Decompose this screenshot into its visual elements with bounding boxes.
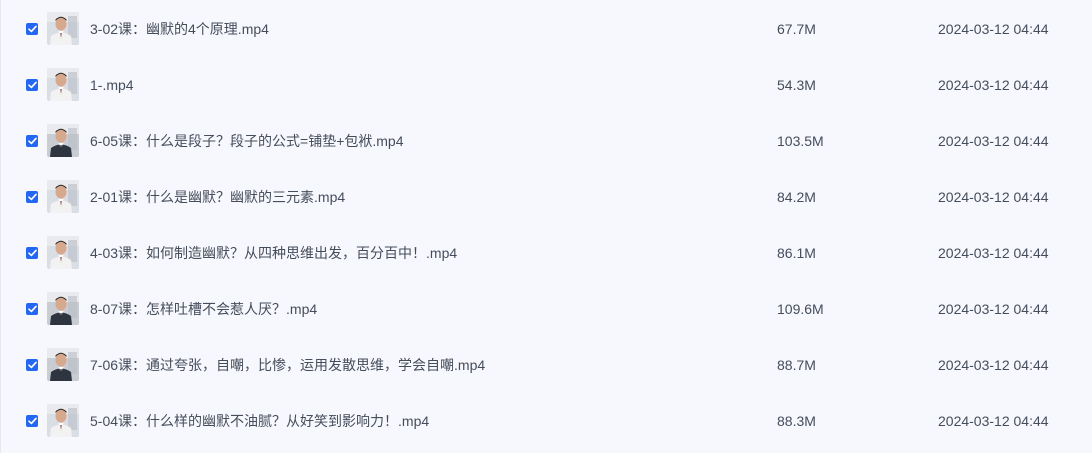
file-name[interactable]: 4-03课：如何制造幽默？从四种思维出发，百分百中！.mp4 — [90, 243, 457, 263]
file-date: 2024-03-12 04:44 — [938, 413, 1049, 429]
file-size: 67.7M — [777, 21, 816, 37]
file-date: 2024-03-12 04:44 — [938, 245, 1049, 261]
file-date: 2024-03-12 04:44 — [938, 357, 1049, 373]
file-checkbox[interactable] — [26, 191, 38, 203]
file-name[interactable]: 6-05课：什么是段子？段子的公式=铺垫+包袱.mp4 — [90, 131, 404, 151]
file-date: 2024-03-12 04:44 — [938, 77, 1049, 93]
checkmark-icon — [27, 361, 37, 369]
file-checkbox[interactable] — [26, 359, 38, 371]
file-row[interactable]: 5-04课：什么样的幽默不油腻？从好笑到影响力！.mp4 88.3M 2024-03… — [1, 392, 1092, 448]
file-size: 84.2M — [777, 189, 816, 205]
video-thumbnail-icon[interactable] — [47, 68, 79, 101]
file-checkbox[interactable] — [26, 79, 38, 91]
file-name[interactable]: 2-01课：什么是幽默？幽默的三元素.mp4 — [90, 187, 345, 207]
file-name[interactable]: 8-07课：怎样吐槽不会惹人厌？.mp4 — [90, 299, 317, 319]
checkmark-icon — [27, 249, 37, 257]
file-row[interactable]: 3-02课：幽默的4个原理.mp4 67.7M 2024-03-12 04:44 — [1, 0, 1092, 56]
file-list: 3-02课：幽默的4个原理.mp4 67.7M 2024-03-12 04:44 1-… — [0, 0, 1092, 453]
file-row[interactable]: 1-.mp4 54.3M 2024-03-12 04:44 — [1, 56, 1092, 112]
file-row[interactable]: 4-03课：如何制造幽默？从四种思维出发，百分百中！.mp4 86.1M 2024-… — [1, 224, 1092, 280]
file-name[interactable]: 5-04课：什么样的幽默不油腻？从好笑到影响力！.mp4 — [90, 411, 429, 431]
video-thumbnail-icon[interactable] — [47, 124, 79, 157]
file-checkbox[interactable] — [26, 247, 38, 259]
file-checkbox[interactable] — [26, 303, 38, 315]
file-date: 2024-03-12 04:44 — [938, 189, 1049, 205]
video-thumbnail-icon[interactable] — [47, 180, 79, 213]
video-thumbnail-icon[interactable] — [47, 292, 79, 325]
file-row[interactable]: 6-05课：什么是段子？段子的公式=铺垫+包袱.mp4 103.5M 2024-03… — [1, 112, 1092, 168]
file-checkbox[interactable] — [26, 135, 38, 147]
checkmark-icon — [27, 137, 37, 145]
file-row[interactable]: 8-07课：怎样吐槽不会惹人厌？.mp4 109.6M 2024-03-12 04:… — [1, 280, 1092, 336]
file-date: 2024-03-12 04:44 — [938, 133, 1049, 149]
checkmark-icon — [27, 417, 37, 425]
file-size: 88.3M — [777, 413, 816, 429]
video-thumbnail-icon[interactable] — [47, 404, 79, 437]
file-row[interactable]: 7-06课：通过夸张，自嘲，比惨，运用发散思维，学会自嘲.mp4 88.7M 202… — [1, 336, 1092, 392]
file-checkbox[interactable] — [26, 23, 38, 35]
checkmark-icon — [27, 305, 37, 313]
file-date: 2024-03-12 04:44 — [938, 21, 1049, 37]
file-row[interactable]: 2-01课：什么是幽默？幽默的三元素.mp4 84.2M 2024-03-12 04… — [1, 168, 1092, 224]
video-thumbnail-icon[interactable] — [47, 12, 79, 45]
file-size: 109.6M — [777, 301, 824, 317]
video-thumbnail-icon[interactable] — [47, 236, 79, 269]
file-size: 103.5M — [777, 133, 824, 149]
file-date: 2024-03-12 04:44 — [938, 301, 1049, 317]
file-size: 88.7M — [777, 357, 816, 373]
file-name[interactable]: 7-06课：通过夸张，自嘲，比惨，运用发散思维，学会自嘲.mp4 — [90, 355, 485, 375]
file-checkbox[interactable] — [26, 415, 38, 427]
checkmark-icon — [27, 193, 37, 201]
checkmark-icon — [27, 81, 37, 89]
file-name[interactable]: 3-02课：幽默的4个原理.mp4 — [90, 19, 269, 39]
file-size: 86.1M — [777, 245, 816, 261]
checkmark-icon — [27, 25, 37, 33]
file-name[interactable]: 1-.mp4 — [90, 75, 134, 95]
file-size: 54.3M — [777, 77, 816, 93]
video-thumbnail-icon[interactable] — [47, 348, 79, 381]
